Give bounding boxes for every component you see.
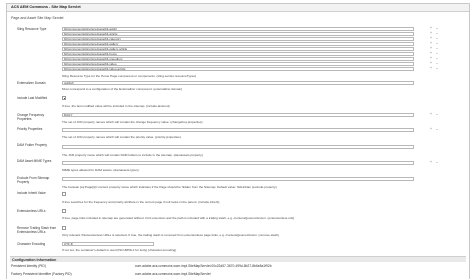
priority-properties-input[interactable] [62,128,414,132]
include-inherit-label: Include Inherit Value [17,191,46,195]
sling-resource-type-input[interactable]: bit/components/structure/page/bit-video [62,62,414,66]
include-inherit-checkbox[interactable] [62,192,66,196]
page-subtitle: Page and Asset Site Map Servlet [11,16,64,20]
sling-resource-type-input[interactable]: bit/components/structure/page/bit-video-… [62,67,414,71]
factory-pid-label: Factory Persistent Identifier (Factory P… [11,272,72,276]
extensionless-urls-label: Extensionless URLs [17,209,46,213]
sling-resource-type-input[interactable]: bit/components/structure/page/bit-galler… [62,47,414,51]
include-inherit-hint: If true searches for the frequency and p… [62,200,220,204]
dam-asset-mime-input[interactable] [62,161,414,165]
dam-folder-property-hint: The JCR property name which will contain… [62,153,203,157]
dam-folder-property-label: DAM Folder Property [17,143,47,147]
dam-mime-remove-icon[interactable]: – [435,160,439,165]
remove-trailing-slash-label: Remove Trailing Slash from Extensionless… [17,226,57,234]
externalizer-domain-input[interactable]: publish [62,81,414,85]
character-encoding-label: Character Encoding [17,242,46,246]
include-last-modified-label: Include Last Modified [17,96,48,100]
sling-resource-type-input[interactable]: bit/components/structure/page/bit-home [62,52,414,56]
exclude-from-sitemap-hint: The boolean [cq:Page]/jcr:content proper… [62,185,277,189]
sling-resource-type-hint: Sling Resource Type for the Home Page co… [62,74,197,78]
include-last-modified-checkbox[interactable] [62,96,66,100]
change-frequency-remove-icon[interactable]: – [435,112,439,117]
externalizer-domain-hint: Must correspond to a configuration of th… [62,87,183,91]
priority-add-icon[interactable]: + [429,127,433,132]
priority-remove-icon[interactable]: – [435,127,439,132]
sling-resource-type-input[interactable]: bit/components/structure/page/bit-articl… [62,32,414,36]
sling-resource-type-add-icon[interactable]: + [429,66,433,71]
externalizer-domain-label: Externalizer Domain [17,81,46,85]
remove-trailing-slash-hint: Only relevant if Extensionless URLs is s… [62,233,280,237]
change-frequency-label: Change Frequency Properties [17,113,45,121]
sling-resource-type-input[interactable]: bit/components/structure/page/bit-galler… [62,42,414,46]
sling-resource-type-input[interactable]: bit/components/structure/page/bit-sneodi… [62,57,414,61]
dam-asset-mime-label: DAM Asset MIME Types [17,159,52,163]
character-encoding-hint: If not set, the container's default is u… [62,248,177,252]
change-frequency-hint: The set of JCR property names which will… [62,120,203,124]
exclude-from-sitemap-label: Exclude From Sitemap Property [17,176,50,184]
configuration-information-header: Configuration Information [10,256,466,262]
config-dialog: ACS AEM Commons - Site Map Servlet Page … [6,3,470,279]
dam-mime-add-icon[interactable]: + [429,160,433,165]
dialog-titlebar: ACS AEM Commons - Site Map Servlet [7,4,469,12]
change-frequency-input[interactable]: DAILY [62,113,414,117]
change-frequency-add-icon[interactable]: + [429,112,433,117]
remove-trailing-slash-checkbox[interactable] [62,226,66,230]
sling-resource-type-input[interactable]: bit/components/structure/page/bit-adulit [62,27,414,31]
sling-resource-type-input[interactable]: bit/components/structure/page/bit-catego… [62,37,414,41]
character-encoding-input[interactable]: UTF-8 [62,242,154,246]
sling-resource-type-remove-icon[interactable]: – [435,66,439,71]
extensionless-urls-hint: If true, page links included in sitemap … [62,216,295,220]
dialog-title: ACS AEM Commons - Site Map Servlet [11,5,81,10]
dam-folder-property-input[interactable] [62,145,414,149]
pid-value: com.adobe.acs.commons.wcm.impl.SiteMapSe… [135,264,272,268]
pid-label: Persistent Identity (PID) [11,264,46,268]
sling-resource-type-label: Sling Resource Type [17,27,47,31]
factory-pid-value: com.adobe.acs.commons.wcm.impl.SiteMapSe… [135,272,211,276]
priority-properties-hint: The set of JCR property names which will… [62,135,181,139]
priority-properties-label: Priority Properties [17,127,43,131]
exclude-from-sitemap-input[interactable] [62,177,414,181]
extensionless-urls-checkbox[interactable] [62,209,66,213]
include-last-modified-hint: If true, the last modified value will be… [62,104,170,108]
dam-asset-mime-hint: MIME types allowed for DAM assets. (dama… [62,168,139,172]
